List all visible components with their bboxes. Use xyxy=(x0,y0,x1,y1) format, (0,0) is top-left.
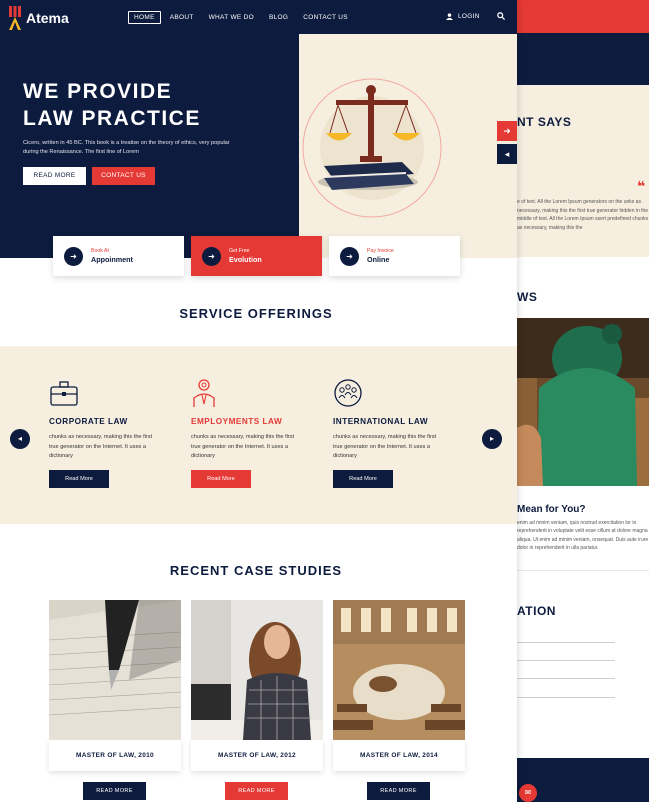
action-card-evolution[interactable]: ➜ Get Free Evolution xyxy=(191,236,322,276)
case-read-more-button[interactable]: READ MORE xyxy=(83,782,146,800)
arrow-right-icon: ➜ xyxy=(340,246,359,266)
case-card-2012[interactable]: MASTER OF LAW, 2012 xyxy=(191,600,323,771)
case-card-2014[interactable]: MASTER OF LAW, 2014 xyxy=(333,600,465,771)
search-icon[interactable] xyxy=(497,12,505,20)
action-card-kicker: Get Free xyxy=(229,247,250,254)
case-caption: MASTER OF LAW, 2012 xyxy=(191,740,323,771)
hero-title-line1: WE PROVIDE xyxy=(23,80,173,103)
back-form-heading: ATION xyxy=(517,604,556,618)
service-title: INTERNATIONAL LAW xyxy=(333,417,429,426)
brand-logo[interactable]: Atema xyxy=(8,6,69,30)
action-card-kicker: Book At xyxy=(91,247,109,254)
service-card-international: INTERNATIONAL LAW chunks as necessary, m… xyxy=(333,378,473,488)
side-arrow-right[interactable]: ➜ xyxy=(497,121,517,141)
back-news-photo xyxy=(517,318,649,486)
back-footer xyxy=(517,758,649,802)
back-header-band xyxy=(517,33,649,85)
hero-contact-button[interactable]: CONTACT US xyxy=(92,167,155,185)
login-link[interactable]: LOGIN xyxy=(446,13,480,20)
case-read-more-button[interactable]: READ MORE xyxy=(225,782,288,800)
case-caption: MASTER OF LAW, 2014 xyxy=(333,740,465,771)
lawyer-woman-photo xyxy=(191,600,323,740)
briefcase-icon xyxy=(50,381,78,406)
back-testimonial-text: e of text. All the Lorem Ipsum generator… xyxy=(517,199,649,231)
logo-icon xyxy=(9,6,21,30)
arrow-right-icon: ➜ xyxy=(202,246,221,266)
service-card-employment: EMPLOYMENTS LAW chunks as necessary, mak… xyxy=(191,378,331,488)
action-card-title: Appoinment xyxy=(91,254,133,264)
service-card-corporate: CORPORATE LAW chunks as necessary, makin… xyxy=(49,378,189,488)
services-next-button[interactable]: ▸ xyxy=(482,429,502,449)
service-title: EMPLOYMENTS LAW xyxy=(191,417,283,426)
action-card-invoice[interactable]: ➜ Pay Invoice Online xyxy=(329,236,460,276)
brand-name: Atema xyxy=(26,10,69,26)
arrow-right-icon: ➜ xyxy=(64,246,83,266)
back-question-text: enim ad minim veniam, quis nostrud exerc… xyxy=(517,520,649,552)
service-read-more-button[interactable]: Read More xyxy=(333,469,393,488)
service-read-more-button[interactable]: Read More xyxy=(191,469,251,488)
back-form-field[interactable] xyxy=(517,678,615,679)
action-card-kicker: Pay Invoice xyxy=(367,247,394,254)
back-form-field[interactable] xyxy=(517,642,615,643)
service-read-more-button[interactable]: Read More xyxy=(49,469,109,488)
employee-icon xyxy=(193,379,215,407)
back-form-field[interactable] xyxy=(517,660,615,661)
case-caption: MASTER OF LAW, 2010 xyxy=(49,740,181,771)
service-description: chunks as necessary, making this the fir… xyxy=(191,434,295,459)
service-description: chunks as necessary, making this the fir… xyxy=(333,434,437,459)
hero-read-more-button[interactable]: READ MORE xyxy=(23,167,86,185)
nav-blog[interactable]: BLOG xyxy=(263,11,294,24)
hero-title-line2: LAW PRACTICE xyxy=(23,107,201,130)
hero-description: Cicero, written in 45 BC. This book is a… xyxy=(23,140,230,155)
scales-of-justice-illustration xyxy=(302,78,442,218)
back-top-bar xyxy=(517,0,649,33)
globe-people-icon xyxy=(334,379,362,407)
services-heading: SERVICE OFFERINGS xyxy=(179,306,333,321)
hero-title: WE PROVIDE LAW PRACTICE xyxy=(23,78,201,132)
action-card-title: Evolution xyxy=(229,254,262,264)
login-label: LOGIN xyxy=(458,13,480,20)
back-divider xyxy=(517,570,649,571)
nav-about[interactable]: ABOUT xyxy=(164,11,200,24)
back-page-preview: NT SAYS ❝ e of text. All the Lorem Ipsum… xyxy=(517,0,649,802)
mail-icon[interactable]: ✉ xyxy=(519,784,537,802)
service-title: CORPORATE LAW xyxy=(49,417,128,426)
front-page: Atema HOME ABOUT WHAT WE DO BLOG CONTACT… xyxy=(0,0,517,802)
back-news-heading: WS xyxy=(517,290,538,304)
action-card-title: Online xyxy=(367,254,390,264)
user-icon xyxy=(446,13,453,20)
nav-contact-us[interactable]: CONTACT US xyxy=(297,11,354,24)
nav-what-we-do[interactable]: WHAT WE DO xyxy=(203,11,260,24)
main-nav: HOME ABOUT WHAT WE DO BLOG CONTACT US xyxy=(128,11,357,24)
back-question-heading: Mean for You? xyxy=(517,504,586,515)
nav-home[interactable]: HOME xyxy=(128,11,161,24)
service-description: chunks as necessary, making this the fir… xyxy=(49,434,153,459)
back-form-field[interactable] xyxy=(517,697,615,698)
fountain-pen-photo xyxy=(49,600,181,740)
side-arrow-left[interactable]: ◂ xyxy=(497,144,517,164)
action-card-appointment[interactable]: ➜ Book At Appoinment xyxy=(53,236,184,276)
case-studies-heading: RECENT CASE STUDIES xyxy=(169,563,343,578)
services-prev-button[interactable]: ◂ xyxy=(10,429,30,449)
case-card-2010[interactable]: MASTER OF LAW, 2010 xyxy=(49,600,181,771)
courtroom-photo xyxy=(333,600,465,740)
case-read-more-button[interactable]: READ MORE xyxy=(367,782,430,800)
back-testimonial-heading: NT SAYS xyxy=(517,115,572,129)
quote-icon: ❝ xyxy=(637,178,646,194)
